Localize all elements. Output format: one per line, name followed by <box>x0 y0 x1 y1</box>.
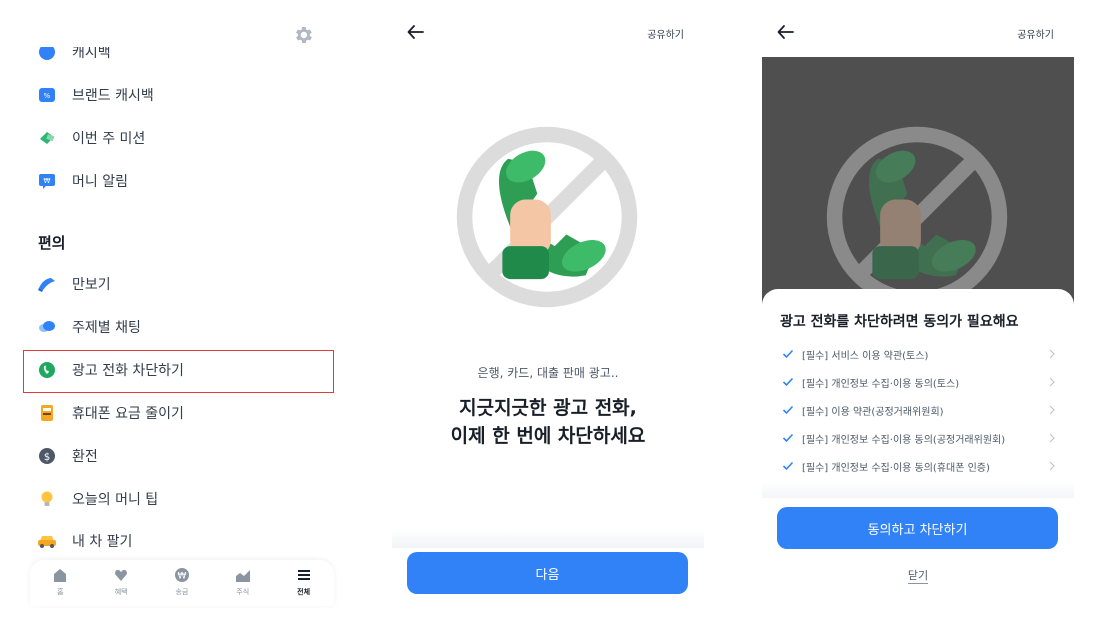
svg-text:%: % <box>44 92 51 100</box>
menu-item-reduce-phone-bill[interactable]: 휴대폰 요금 줄이기 <box>22 393 340 433</box>
agreement-label: [필수] 개인정보 수집·이용 동의(휴대폰 인증) <box>802 462 990 474</box>
agreement-row[interactable]: [필수] 개인정보 수집·이용 동의(토스) <box>762 370 1074 394</box>
tab-label: 전체 <box>297 588 311 596</box>
agreement-label: [필수] 개인정보 수집·이용 동의(토스) <box>802 378 960 390</box>
agreement-label: [필수] 이용 약관(공정거래위원회) <box>802 406 944 418</box>
all-menu-screen: 캐시백 % 브랜드 캐시백 이번 주 미션 ₩ 머니 알림 편의 만보기 주제별… <box>22 0 340 622</box>
agreement-row[interactable]: [필수] 이용 약관(공정거래위원회) <box>762 398 1074 422</box>
sheet-title: 광고 전화를 차단하려면 동의가 필요해요 <box>780 314 1019 330</box>
next-button[interactable]: 다음 <box>407 552 688 594</box>
menu-item-money-tip[interactable]: 오늘의 머니 팁 <box>22 479 340 519</box>
menu-item-label: 휴대폰 요금 줄이기 <box>72 406 184 422</box>
check-icon <box>782 433 794 443</box>
tab-home[interactable]: 홈 <box>40 566 80 597</box>
sheet-divider <box>762 480 1074 498</box>
headline: 지긋지긋한 광고 전화, 이제 한 번에 차단하세요 <box>392 394 704 450</box>
svg-text:₩: ₩ <box>44 177 51 185</box>
check-icon <box>782 461 794 471</box>
back-arrow-icon[interactable] <box>776 22 796 42</box>
ad-call-block-intro-screen: 공유하기 은행, 카드, 대출 판매 광고.. 지긋지긋한 광고 전화, 이제 … <box>392 0 704 622</box>
menu-item-exchange[interactable]: $ 환전 <box>22 436 340 476</box>
tab-label: 송금 <box>175 588 189 596</box>
menu-item-label: 내 차 팔기 <box>72 534 133 550</box>
sub-copy: 은행, 카드, 대출 판매 광고.. <box>477 366 619 380</box>
menu-item-topic-chat[interactable]: 주제별 채팅 <box>22 307 340 347</box>
menu-item-label: 만보기 <box>72 277 111 293</box>
check-icon <box>782 349 794 359</box>
chevron-right-icon <box>1049 461 1055 471</box>
menu-item-label: 이번 주 미션 <box>72 131 146 147</box>
agreement-row[interactable]: [필수] 서비스 이용 약관(토스) <box>762 342 1074 366</box>
menu-item-money-alert[interactable]: ₩ 머니 알림 <box>22 161 340 201</box>
dim-overlay[interactable] <box>762 57 1074 312</box>
stock-icon <box>233 566 253 584</box>
lightbulb-icon <box>36 488 58 510</box>
menu-item-sell-car[interactable]: 내 차 팔기 <box>22 521 340 561</box>
car-icon <box>36 530 58 552</box>
tab-label: 혜택 <box>114 588 128 596</box>
chat-icon <box>36 316 58 338</box>
transfer-icon: ₩ <box>172 566 192 584</box>
svg-text:₩: ₩ <box>178 572 187 582</box>
mission-icon <box>36 127 58 149</box>
menu-item-label: 환전 <box>72 449 98 465</box>
back-arrow-icon[interactable] <box>406 22 426 42</box>
menu-item-brand-cashback[interactable]: % 브랜드 캐시백 <box>22 75 340 115</box>
menu-item-label: 브랜드 캐시백 <box>72 88 154 104</box>
menu-item-label: 오늘의 머니 팁 <box>72 492 159 508</box>
menu-item-pedometer[interactable]: 만보기 <box>22 264 340 304</box>
consent-sheet-screen: 공유하기 광고 전화를 차단하려면 동의가 필요해요 [필수] 서비스 이용 약… <box>762 0 1074 622</box>
dollar-icon: $ <box>36 445 58 467</box>
tab-benefit[interactable]: 혜택 <box>101 566 141 597</box>
highlight-box <box>23 350 334 393</box>
tab-label: 홈 <box>57 588 64 596</box>
chevron-right-icon <box>1049 433 1055 443</box>
phone-bill-icon <box>36 402 58 424</box>
menu-item-label: 주제별 채팅 <box>72 320 141 336</box>
benefit-icon <box>111 566 131 584</box>
tab-all[interactable]: 전체 <box>284 566 324 597</box>
tab-stock[interactable]: 주식 <box>223 566 263 597</box>
headline-line-2: 이제 한 번에 차단하세요 <box>450 425 646 447</box>
close-button[interactable]: 닫기 <box>762 567 1074 584</box>
section-title-convenience: 편의 <box>38 234 66 252</box>
agreement-row[interactable]: [필수] 개인정보 수집·이용 동의(휴대폰 인증) <box>762 454 1074 478</box>
menu-item-label: 머니 알림 <box>72 174 128 190</box>
bottom-tab-bar: 홈 혜택 ₩ 송금 주식 전체 <box>30 560 334 606</box>
agreement-label: [필수] 서비스 이용 약관(토스) <box>802 350 929 362</box>
tab-label: 주식 <box>236 588 250 596</box>
blocked-phone-illustration <box>456 126 638 308</box>
agreement-row[interactable]: [필수] 개인정보 수집·이용 동의(공정거래위원회) <box>762 426 1074 450</box>
agreement-label: [필수] 개인정보 수집·이용 동의(공정거래위원회) <box>802 434 1006 446</box>
chevron-right-icon <box>1049 349 1055 359</box>
chevron-right-icon <box>1049 377 1055 387</box>
share-button[interactable]: 공유하기 <box>1017 26 1054 41</box>
check-icon <box>782 377 794 387</box>
close-label: 닫기 <box>907 569 929 584</box>
check-icon <box>782 405 794 415</box>
menu-icon <box>294 566 314 584</box>
menu-item-weekly-mission[interactable]: 이번 주 미션 <box>22 118 340 158</box>
chevron-right-icon <box>1049 405 1055 415</box>
share-button[interactable]: 공유하기 <box>647 26 684 41</box>
blocked-phone-illustration <box>826 126 1008 308</box>
tab-transfer[interactable]: ₩ 송금 <box>162 566 202 597</box>
brand-cashback-icon: % <box>36 84 58 106</box>
pedometer-icon <box>36 273 58 295</box>
agree-and-block-button[interactable]: 동의하고 차단하기 <box>777 507 1058 549</box>
scroll-mask <box>22 0 272 47</box>
home-icon <box>50 566 70 584</box>
money-alert-icon: ₩ <box>36 170 58 192</box>
consent-bottom-sheet: 광고 전화를 차단하려면 동의가 필요해요 [필수] 서비스 이용 약관(토스)… <box>762 289 1074 622</box>
bottom-fade <box>392 528 704 548</box>
headline-line-1: 지긋지긋한 광고 전화, <box>459 397 637 419</box>
svg-text:$: $ <box>44 452 50 463</box>
